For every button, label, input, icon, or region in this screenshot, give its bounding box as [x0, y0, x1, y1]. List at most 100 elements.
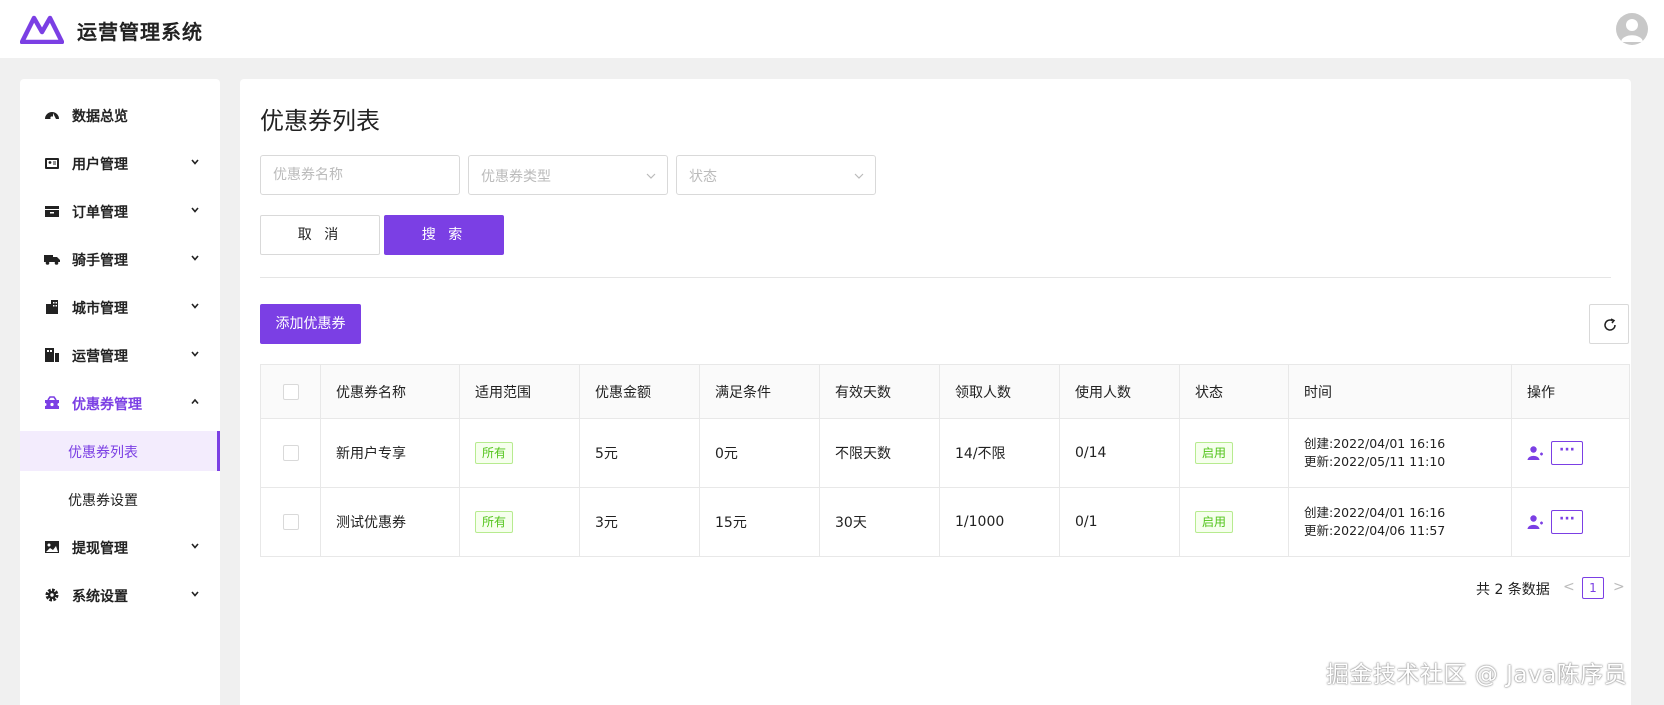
- sidebar-item-coupons[interactable]: 优惠券管理: [20, 379, 220, 427]
- column-header: 优惠券名称: [320, 364, 460, 419]
- page-title: 优惠券列表: [260, 107, 380, 135]
- chevron-up-icon: [191, 398, 199, 405]
- sidebar-item-label: 订单管理: [72, 205, 128, 221]
- pagination-next-button[interactable]: >: [1613, 579, 1625, 595]
- chart-icon: [45, 348, 59, 362]
- row-checkbox[interactable]: [283, 445, 299, 461]
- time-cell: 创建:2022/04/01 16:16 更新:2022/04/06 11:57: [1288, 487, 1512, 557]
- truck-icon: [44, 255, 60, 265]
- condition-cell: 15元: [699, 487, 820, 557]
- column-header: 满足条件: [699, 364, 820, 419]
- sidebar-item-label: 数据总览: [72, 109, 128, 125]
- received-count-cell: 1/1000: [939, 487, 1060, 557]
- refresh-icon: [1604, 318, 1616, 331]
- more-actions-button[interactable]: ···: [1551, 441, 1583, 465]
- chevron-down-icon: [191, 159, 199, 165]
- sidebar-item-label: 优惠券管理: [72, 397, 142, 413]
- search-button[interactable]: 搜 索: [384, 215, 504, 255]
- building-icon: [46, 300, 58, 314]
- row-select-cell: [260, 487, 321, 557]
- more-actions-button[interactable]: ···: [1551, 510, 1583, 534]
- sidebar-item-label: 骑手管理: [72, 253, 128, 269]
- coupon-name-cell: 新用户专享: [320, 418, 460, 488]
- sidebar-item-riders[interactable]: 骑手管理: [20, 235, 220, 283]
- watermark-text: 掘金技术社区 @ Java陈序员: [1326, 662, 1628, 688]
- column-header: 有效天数: [819, 364, 940, 419]
- scope-tag: 所有: [475, 442, 514, 464]
- select-all-cell: [260, 364, 321, 419]
- actions-cell: ···: [1511, 487, 1630, 557]
- app-title: 运营管理系统: [77, 20, 203, 44]
- add-coupon-button[interactable]: 添加优惠券: [260, 304, 361, 344]
- chevron-down-icon: [191, 207, 199, 213]
- sidebar-item-orders[interactable]: 订单管理: [20, 187, 220, 235]
- column-header: 操作: [1511, 364, 1630, 419]
- user-assign-icon[interactable]: [1527, 445, 1543, 461]
- sidebar-item-system-settings[interactable]: 系统设置: [20, 571, 220, 619]
- scope-cell: 所有: [459, 418, 580, 488]
- select-all-checkbox[interactable]: [283, 383, 299, 400]
- scope-tag: 所有: [475, 511, 514, 533]
- condition-cell: 0元: [699, 418, 820, 488]
- cancel-button[interactable]: 取 消: [260, 215, 380, 255]
- sidebar-subitem-label: 优惠券设置: [68, 493, 138, 509]
- coupon-icon: [45, 396, 59, 409]
- chevron-down-icon: [191, 303, 199, 309]
- coupon-name-cell: 测试优惠券: [320, 487, 460, 557]
- status-placeholder: 状态: [689, 169, 717, 185]
- coupon-type-select[interactable]: 优惠券类型: [468, 155, 668, 195]
- refresh-button[interactable]: [1589, 304, 1629, 344]
- scope-cell: 所有: [459, 487, 580, 557]
- received-count-cell: 14/不限: [939, 418, 1060, 488]
- sidebar-item-label: 提现管理: [72, 541, 128, 557]
- table-header-row: 优惠券名称 适用范围 优惠金额 满足条件 有效天数 领取人数 使用人数 状态 时…: [260, 364, 1630, 419]
- pagination-prev-button[interactable]: <: [1563, 579, 1575, 595]
- used-count-cell: 0/14: [1059, 418, 1180, 488]
- user-avatar-icon: [1621, 19, 1643, 42]
- avatar[interactable]: [1616, 13, 1648, 45]
- table-row: 测试优惠券 所有 3元 15元 30天 1/1000 0/1 启用 创建:202…: [260, 487, 1630, 557]
- chevron-down-icon: [191, 543, 199, 549]
- sidebar-item-operations[interactable]: 运营管理: [20, 331, 220, 379]
- sidebar-item-withdrawals[interactable]: 提现管理: [20, 523, 220, 571]
- image-icon: [45, 541, 59, 553]
- status-select[interactable]: 状态: [676, 155, 876, 195]
- table-row: 新用户专享 所有 5元 0元 不限天数 14/不限 0/14 启用 创建:202…: [260, 418, 1630, 488]
- order-box-icon: [45, 206, 59, 217]
- sidebar-item-label: 运营管理: [72, 349, 128, 365]
- column-header: 适用范围: [459, 364, 580, 419]
- created-time: 创建:2022/04/01 16:16: [1304, 436, 1446, 451]
- sidebar-item-users[interactable]: 用户管理: [20, 139, 220, 187]
- logo-icon: [20, 15, 64, 44]
- used-count-cell: 0/1: [1059, 487, 1180, 557]
- dashboard-icon: [45, 112, 59, 120]
- coupon-name-input[interactable]: [260, 155, 460, 195]
- status-badge: 启用: [1195, 442, 1234, 464]
- sidebar-item-cities[interactable]: 城市管理: [20, 283, 220, 331]
- sidebar-item-dashboard[interactable]: 数据总览: [20, 91, 220, 139]
- chevron-down-icon: [191, 591, 199, 597]
- sidebar-item-label: 系统设置: [72, 589, 128, 605]
- amount-cell: 5元: [579, 418, 700, 488]
- sidebar-item-label: 用户管理: [72, 157, 128, 173]
- sidebar-item-label: 城市管理: [72, 301, 128, 317]
- divider: [260, 277, 1611, 278]
- status-badge: 启用: [1195, 511, 1234, 533]
- sidebar-subitem-coupon-settings[interactable]: 优惠券设置: [20, 479, 220, 519]
- user-assign-icon[interactable]: [1527, 514, 1543, 530]
- status-cell: 启用: [1179, 487, 1289, 557]
- row-checkbox[interactable]: [283, 514, 299, 530]
- chevron-down-icon: [191, 351, 199, 357]
- valid-days-cell: 不限天数: [819, 418, 940, 488]
- sidebar-subitem-label: 优惠券列表: [68, 445, 138, 461]
- gear-icon: [45, 588, 59, 602]
- created-time: 创建:2022/04/01 16:16: [1304, 505, 1446, 520]
- row-select-cell: [260, 418, 321, 488]
- sidebar-subitem-coupon-list[interactable]: 优惠券列表: [20, 431, 220, 471]
- sidebar: 数据总览 用户管理 订单管理 骑手管理 城市管理 运营管理 优惠券管理 优惠券列…: [20, 79, 220, 705]
- coupon-type-placeholder: 优惠券类型: [481, 169, 551, 185]
- chevron-down-icon: [854, 173, 864, 179]
- valid-days-cell: 30天: [819, 487, 940, 557]
- main-panel: 优惠券列表 优惠券类型 状态 取 消 搜 索 添加优惠券 优惠券名称 适用范围 …: [240, 79, 1631, 705]
- pagination-page-1[interactable]: 1: [1582, 577, 1604, 599]
